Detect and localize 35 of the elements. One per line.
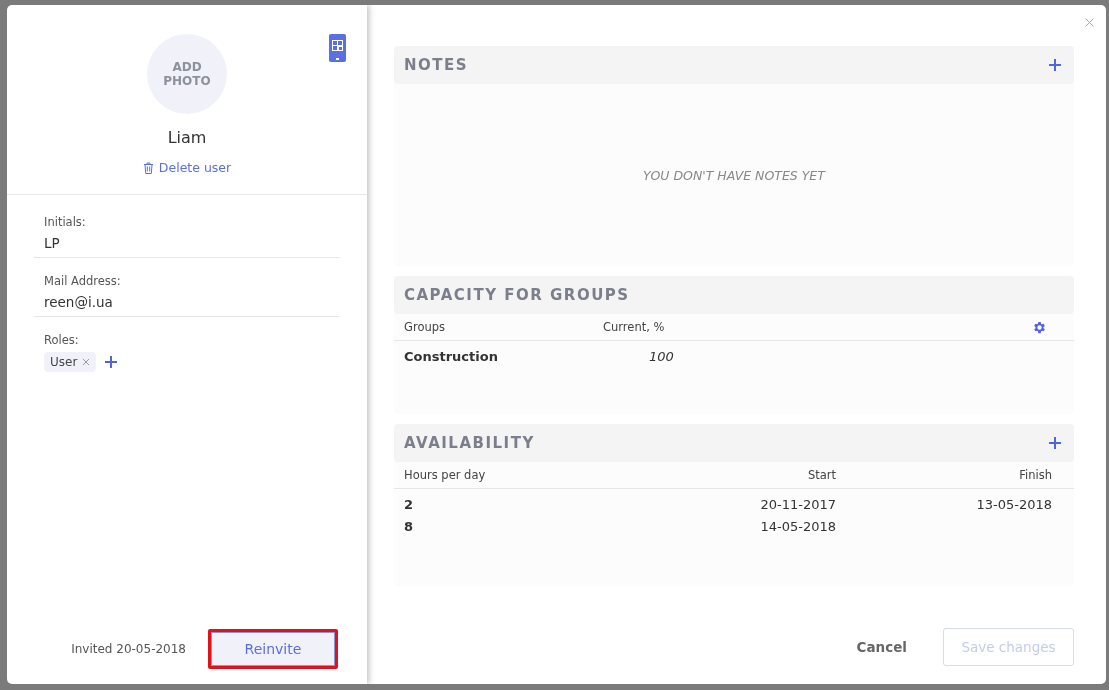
text-field[interactable]: LP bbox=[34, 229, 339, 258]
table-cell-text: 13-05-2018 bbox=[975, 496, 1052, 512]
column-header: Current, % bbox=[603, 320, 666, 334]
phone-qr-icon[interactable] bbox=[329, 34, 346, 62]
table-cell-text: 100 bbox=[649, 348, 675, 364]
reinvite-button[interactable]: Reinvite bbox=[208, 629, 338, 669]
trash-icon bbox=[142, 161, 154, 174]
table-cell-text: 8 bbox=[404, 518, 415, 534]
add-availability-icon[interactable] bbox=[1048, 436, 1062, 450]
field-label: Mail Address: bbox=[43, 274, 122, 288]
table-cell-text: 14-05-2018 bbox=[759, 518, 836, 534]
invited-date: Invited 20-05-2018 bbox=[71, 642, 186, 656]
user-name: Liam bbox=[167, 128, 207, 147]
role-tag: User bbox=[44, 352, 97, 372]
section-title: CAPACITY FOR GROUPS bbox=[404, 286, 630, 304]
remove-icon[interactable] bbox=[82, 358, 91, 366]
field-label: Roles: bbox=[43, 333, 80, 347]
add-photo-button[interactable]: ADD PHOTO bbox=[147, 34, 227, 114]
field-label: Initials: bbox=[43, 215, 87, 229]
table-cell-text: Construction bbox=[404, 348, 499, 364]
text-field[interactable]: reen@i.ua bbox=[34, 288, 339, 317]
table-cell-text: 2 bbox=[404, 496, 415, 512]
column-header: Start bbox=[806, 468, 836, 482]
section-title: NOTES bbox=[404, 56, 469, 74]
add-note-icon[interactable] bbox=[1048, 58, 1062, 72]
table-cell-text: 20-11-2017 bbox=[759, 496, 836, 512]
cancel-button[interactable]: Cancel bbox=[850, 638, 913, 656]
column-header: Finish bbox=[1018, 468, 1052, 482]
empty-notes-text: YOU DON'T HAVE NOTES YET bbox=[643, 167, 825, 183]
settings-icon[interactable] bbox=[1032, 319, 1047, 335]
column-header: Hours per day bbox=[404, 468, 487, 482]
add-role-icon[interactable] bbox=[104, 355, 119, 369]
delete-user-link[interactable]: Delete user bbox=[136, 159, 238, 176]
section-title: AVAILABILITY bbox=[404, 434, 535, 452]
column-header: Groups bbox=[404, 320, 446, 334]
